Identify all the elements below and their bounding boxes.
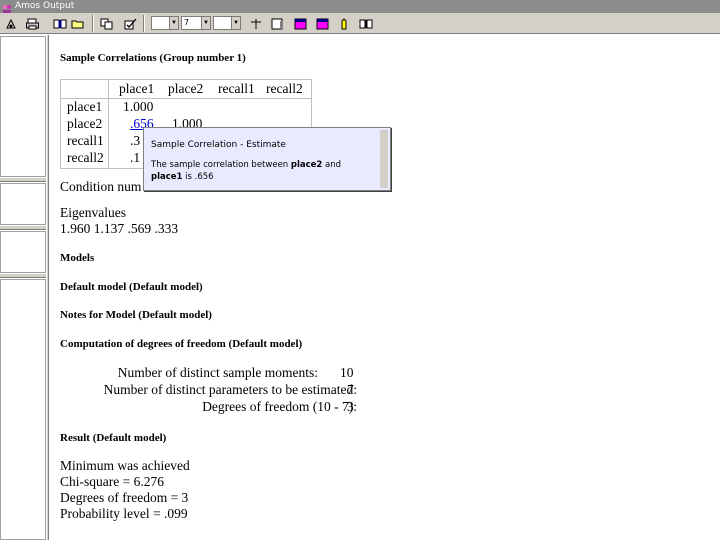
- amos-app-icon: [2, 1, 12, 13]
- groups-pane[interactable]: [0, 183, 46, 225]
- open-book-icon[interactable]: [52, 16, 68, 31]
- table-cell[interactable]: 1.000: [123, 99, 153, 115]
- result-line: Probability level = .099: [60, 506, 188, 521]
- sample-correlations-heading: Sample Correlations (Group number 1): [60, 52, 246, 64]
- tooltip-title: Sample Correlation - Estimate: [151, 140, 286, 150]
- table-cell[interactable]: .3: [130, 133, 140, 149]
- df-row-label: Number of distinct sample moments:: [117, 365, 318, 380]
- print-icon[interactable]: [24, 16, 40, 31]
- result-line: Chi-square = 6.276: [60, 474, 164, 489]
- table-rowlabel-divider: [108, 80, 109, 168]
- pane-splitter[interactable]: [0, 273, 46, 278]
- row-label: recall2: [67, 150, 104, 165]
- df-row-value: 10: [340, 365, 354, 380]
- open-folder-icon[interactable]: [70, 16, 86, 31]
- column-header: recall2: [266, 81, 303, 96]
- table-width-combo[interactable]: 7 ▼: [181, 16, 211, 30]
- table-color-icon[interactable]: [314, 16, 330, 31]
- chevron-down-icon[interactable]: ▼: [201, 16, 211, 30]
- copy-icon[interactable]: [99, 16, 115, 31]
- pane-splitter[interactable]: [0, 225, 46, 230]
- result-heading: Result (Default model): [60, 432, 167, 444]
- condition-number-label: Condition num: [60, 179, 142, 194]
- default-model-heading: Default model (Default model): [60, 281, 203, 293]
- toolbar: ▼ 7 ▼ ▼: [0, 13, 720, 34]
- row-label: recall1: [67, 133, 104, 148]
- chevron-down-icon[interactable]: ▼: [169, 16, 179, 30]
- help-book-icon[interactable]: [358, 16, 374, 31]
- table-header-color-icon[interactable]: [292, 16, 308, 31]
- pane-splitter[interactable]: [0, 177, 46, 182]
- column-header: place2: [168, 81, 204, 96]
- column-header: place1: [119, 81, 155, 96]
- row-label: place2: [67, 116, 103, 131]
- output-document: Sample Correlations (Group number 1) pla…: [49, 35, 720, 540]
- title-bar: Amos Output: [0, 0, 720, 13]
- df-row-label: Number of distinct parameters to be esti…: [103, 382, 357, 397]
- estimate-tooltip: Sample Correlation - Estimate The sample…: [143, 127, 391, 191]
- navigation-panel: [0, 35, 48, 540]
- result-line: Minimum was achieved: [60, 458, 190, 473]
- files-pane[interactable]: [0, 279, 46, 540]
- font-size-combo[interactable]: ▼: [213, 16, 241, 30]
- eigenvalues-label: Eigenvalues: [60, 205, 126, 220]
- tooltip-variable: place1: [151, 172, 183, 182]
- decimals-combo[interactable]: ▼: [151, 16, 179, 30]
- help-pointer-icon[interactable]: [336, 16, 352, 31]
- row-label: place1: [67, 99, 103, 114]
- chevron-down-icon[interactable]: ▼: [231, 16, 241, 30]
- models-heading: Models: [60, 252, 95, 264]
- toolbar-separator: [92, 15, 94, 32]
- result-line: Degrees of freedom = 3: [60, 490, 189, 505]
- column-header: recall1: [218, 81, 255, 96]
- output-tree-pane[interactable]: [0, 36, 46, 177]
- frame-icon[interactable]: [269, 16, 285, 31]
- df-row-value: 7: [347, 382, 354, 397]
- tooltip-body: The sample correlation between place2 an…: [151, 160, 342, 182]
- tooltip-variable: place2: [290, 160, 323, 170]
- df-row-label: Degrees of freedom (10 - 7):: [202, 399, 357, 414]
- eigenvalues-values: 1.960 1.137 .569 .333: [60, 221, 179, 236]
- toolbar-separator: [143, 15, 145, 32]
- table-rules-icon[interactable]: [248, 16, 264, 31]
- df-row-value: 3: [347, 399, 354, 414]
- estimate-icon[interactable]: [3, 16, 19, 31]
- notes-for-model-heading: Notes for Model (Default model): [60, 309, 212, 321]
- computation-df-heading: Computation of degrees of freedom (Defau…: [60, 338, 303, 350]
- table-cell[interactable]: .1: [130, 150, 140, 166]
- tooltip-scrollbar[interactable]: [380, 130, 388, 188]
- window-title: Amos Output: [15, 1, 75, 11]
- models-pane[interactable]: [0, 231, 46, 273]
- options-checklist-icon[interactable]: [122, 16, 138, 31]
